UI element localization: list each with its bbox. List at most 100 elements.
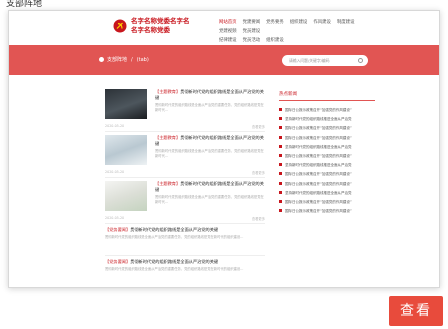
- search-input[interactable]: 请输入问题/关键字/编码: [282, 55, 368, 66]
- hot-news-item[interactable]: 坚持新时代党的组织路线推进全面从严治党: [279, 161, 375, 170]
- breadcrumb: 支部阵地 / (tab): [99, 56, 149, 63]
- search-placeholder: 请输入问题/关键字/编码: [289, 58, 330, 63]
- list-item[interactable]: 【主题教育】贯彻新时代党的组织路线是全面从严治党的关键 贯彻新时代党的组织路线是…: [105, 89, 265, 135]
- bullet-icon: [279, 190, 282, 194]
- hot-news-text: 国际日公报示政策召开“加强党的作风建设”: [285, 172, 352, 177]
- bullet-icon: [279, 117, 282, 121]
- bullet-icon: [279, 172, 282, 176]
- nav-item[interactable]: 网站首页: [219, 18, 237, 27]
- article-title-text: 贯彻新时代党的组织路线是全面从严治党的关键: [130, 227, 219, 232]
- nav-item[interactable]: 党务要务: [266, 18, 284, 27]
- hot-news-text: 国际日公报示政策召开“加强党的作风建设”: [285, 135, 352, 140]
- divider: [105, 223, 265, 224]
- hot-news-text: 国际日公报示政策召开“加强党的作风建设”: [285, 200, 352, 205]
- article-text: 【主题教育】贯彻新时代党的组织路线是全面从严治党的关键 贯彻新时代党的组织路线是…: [155, 135, 265, 158]
- nav-item[interactable]: 党建视频: [219, 27, 237, 36]
- bullet-icon: [279, 126, 282, 130]
- section-banner: 支部阵地 / (tab) 请输入问题/关键字/编码: [9, 45, 439, 75]
- hot-news-list: 国际日公报示政策召开“加强党的作风建设” 坚持新时代党的组织路线推进全面从严治党…: [279, 106, 375, 216]
- hot-news-item[interactable]: 国际日公报示政策召开“加强党的作风建设”: [279, 124, 375, 133]
- hot-news-item[interactable]: 国际日公报示政策召开“加强党的作风建设”: [279, 180, 375, 189]
- nav-item[interactable]: 纪律建设: [219, 36, 237, 45]
- article-title[interactable]: 【党务要闻】贯彻新时代党的组织路线是全面从严治党的关键: [105, 259, 265, 265]
- article-title[interactable]: 【主题教育】贯彻新时代党的组织路线是全面从严治党的关键: [155, 135, 265, 147]
- home-icon: [99, 56, 104, 62]
- nav-row1: 网站首页 党建要闻 党务要务 组织建设 作风建设 制度建设党建视频 党员建设: [219, 18, 379, 36]
- party-emblem-icon: [113, 19, 127, 33]
- bullet-icon: [279, 200, 282, 204]
- article-date: 2020-05-20: [105, 124, 125, 128]
- bullet-icon: [279, 163, 282, 167]
- nav-item[interactable]: 党员建设: [243, 27, 261, 36]
- hot-news-item[interactable]: 坚持新时代党的组织路线推进全面从严治党: [279, 189, 375, 198]
- search-icon[interactable]: [358, 58, 363, 63]
- article-tag: 【主题教育】: [155, 135, 181, 140]
- article-title[interactable]: 【主题教育】贯彻新时代党的组织路线是全面从严治党的关键: [155, 181, 265, 193]
- list-item[interactable]: 【主题教育】贯彻新时代党的组织路线是全面从严治党的关键 贯彻新时代党的组织路线是…: [105, 135, 265, 181]
- article-tag: 【主题教育】: [155, 181, 181, 186]
- webpage-preview: 名字名称党委名字名 名字名称党委 网站首页 党建要闻 党务要务 组织建设 作风建设 制度建…: [8, 10, 440, 288]
- hot-news-item[interactable]: 国际日公报示政策召开“加强党的作风建设”: [279, 198, 375, 207]
- hot-news-item[interactable]: 国际日公报示政策召开“加强党的作风建设”: [279, 152, 375, 161]
- article-summary: 贯彻新时代党的组织路线是全面从严治党的重要任务，党的组织路线是党在新时代的组织建…: [105, 235, 244, 239]
- site-brand[interactable]: 名字名称党委名字名 名字名称党委: [131, 17, 190, 35]
- brand-line2: 名字名称党委: [131, 26, 170, 34]
- nav-item[interactable]: 党员活动: [243, 36, 261, 45]
- sidebar-title: 热点新闻: [279, 91, 375, 101]
- brand-line1: 名字名称党委名字名: [131, 17, 190, 25]
- nav-item[interactable]: 组织建设: [266, 36, 284, 45]
- hot-news-text: 国际日公报示政策召开“加强党的作风建设”: [285, 154, 352, 159]
- divider: [105, 255, 265, 256]
- nav-item[interactable]: 制度建设: [337, 18, 355, 27]
- article-title[interactable]: 【党务要闻】贯彻新时代党的组织路线是全面从严治党的关键: [105, 227, 265, 233]
- hot-news-sidebar: 热点新闻 国际日公报示政策召开“加强党的作风建设” 坚持新时代党的组织路线推进全…: [279, 91, 375, 216]
- nav-row2: 纪律建设 党员活动 组织建设: [219, 36, 379, 45]
- article-tag: 【党务要闻】: [105, 227, 131, 232]
- breadcrumb-home[interactable]: 支部阵地: [107, 57, 127, 63]
- bullet-icon: [279, 108, 282, 111]
- article-title[interactable]: 【主题教育】贯彻新时代党的组织路线是全面从严治党的关键: [155, 89, 265, 101]
- bullet-icon: [279, 154, 282, 158]
- hot-news-item[interactable]: 国际日公报示政策召开“加强党的作风建设”: [279, 106, 375, 115]
- hot-news-text: 坚持新时代党的组织路线推进全面从严治党: [285, 117, 352, 122]
- hot-news-text: 国际日公报示政策召开“加强党的作风建设”: [285, 209, 352, 214]
- nav-item[interactable]: 党建要闻: [243, 18, 261, 27]
- read-more-link[interactable]: 查看更多: [252, 124, 265, 129]
- hot-news-text: 坚持新时代党的组织路线推进全面从严治党: [285, 190, 352, 195]
- article-title-text: 贯彻新时代党的组织路线是全面从严治党的关键: [130, 259, 219, 264]
- hot-news-text: 国际日公报示政策召开“加强党的作风建设”: [285, 181, 352, 186]
- read-more-link[interactable]: 查看更多: [252, 216, 265, 221]
- article-thumbnail[interactable]: [105, 181, 147, 211]
- bullet-icon: [279, 181, 282, 185]
- hot-news-text: 坚持新时代党的组织路线推进全面从严治党: [285, 163, 352, 168]
- list-item[interactable]: 【党务要闻】贯彻新时代党的组织路线是全面从严治党的关键 贯彻新时代党的组织路线是…: [105, 259, 265, 287]
- hot-news-item[interactable]: 国际日公报示政策召开“加强党的作风建设”: [279, 170, 375, 179]
- hot-news-item[interactable]: 坚持新时代党的组织路线推进全面从严治党: [279, 115, 375, 124]
- nav-item[interactable]: 组织建设: [290, 18, 308, 27]
- bullet-icon: [279, 209, 282, 213]
- hot-news-item[interactable]: 国际日公报示政策召开“加强党的作风建设”: [279, 207, 375, 216]
- view-button[interactable]: 查看: [389, 296, 443, 326]
- list-item[interactable]: 【党务要闻】贯彻新时代党的组织路线是全面从严治党的关键 贯彻新时代党的组织路线是…: [105, 227, 265, 259]
- article-thumbnail[interactable]: [105, 135, 147, 165]
- list-item[interactable]: 【主题教育】贯彻新时代党的组织路线是全面从严治党的关键 贯彻新时代党的组织路线是…: [105, 181, 265, 227]
- read-more-link[interactable]: 查看更多: [252, 170, 265, 175]
- nav-item[interactable]: 作风建设: [313, 18, 331, 27]
- article-summary: 贯彻新时代党的组织路线是全面从严治党的重要任务，党的组织路线是党在新时代…: [155, 149, 264, 158]
- hot-news-text: 国际日公报示政策召开“加强党的作风建设”: [285, 126, 352, 131]
- article-tag: 【党务要闻】: [105, 259, 131, 264]
- article-tag: 【主题教育】: [155, 89, 181, 94]
- article-date: 2020-05-20: [105, 216, 125, 220]
- divider: [105, 177, 265, 178]
- divider: [105, 131, 265, 132]
- page-caption: 支部阵地: [6, 0, 43, 9]
- hot-news-text: 坚持新时代党的组织路线推进全面从严治党: [285, 144, 352, 149]
- bullet-icon: [279, 144, 282, 148]
- hot-news-item[interactable]: 坚持新时代党的组织路线推进全面从严治党: [279, 143, 375, 152]
- article-text: 【主题教育】贯彻新时代党的组织路线是全面从严治党的关键 贯彻新时代党的组织路线是…: [155, 181, 265, 204]
- article-thumbnail[interactable]: [105, 89, 147, 119]
- article-summary: 贯彻新时代党的组织路线是全面从严治党的重要任务，党的组织路线是党在新时代…: [155, 103, 264, 112]
- hot-news-item[interactable]: 国际日公报示政策召开“加强党的作风建设”: [279, 134, 375, 143]
- breadcrumb-current: (tab): [136, 57, 149, 63]
- article-list: 【主题教育】贯彻新时代党的组织路线是全面从严治党的关键 贯彻新时代党的组织路线是…: [105, 89, 265, 287]
